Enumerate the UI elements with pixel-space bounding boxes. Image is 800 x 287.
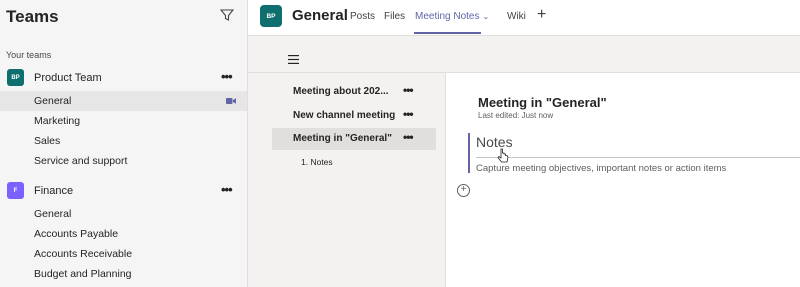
tab-wiki[interactable]: Wiki bbox=[507, 11, 526, 22]
channel-avatar: BP bbox=[260, 5, 282, 27]
team-name: Finance bbox=[34, 185, 74, 197]
divider bbox=[476, 157, 800, 158]
channel-label: Accounts Receivable bbox=[34, 248, 133, 260]
your-teams-label: Your teams bbox=[6, 50, 52, 60]
page-item-active[interactable]: Meeting in "General" ••• bbox=[272, 128, 436, 150]
hamburger-menu-icon[interactable] bbox=[288, 55, 299, 64]
page-item-title: New channel meeting bbox=[293, 110, 396, 121]
channel-label: General bbox=[34, 208, 72, 220]
channel-accounts-receivable[interactable]: Accounts Receivable bbox=[0, 244, 247, 264]
active-tab-indicator bbox=[414, 32, 481, 34]
page-title: Meeting in "General" bbox=[478, 95, 607, 110]
chevron-down-icon[interactable]: ⌄ bbox=[482, 12, 489, 21]
notes-page-list: Meeting about 202... ••• New channel mee… bbox=[248, 73, 446, 287]
channel-general[interactable]: General bbox=[0, 91, 247, 111]
tab-label: Meeting Notes bbox=[415, 11, 480, 22]
page-item-title: Meeting about 202... bbox=[293, 86, 389, 97]
channel-budget-and-planning[interactable]: Budget and Planning bbox=[0, 264, 247, 284]
mouse-cursor-icon bbox=[497, 148, 509, 163]
tab-posts[interactable]: Posts bbox=[350, 11, 375, 22]
tab-meeting-notes[interactable]: Meeting Notes ⌄ bbox=[415, 11, 489, 22]
more-options-icon[interactable]: ••• bbox=[403, 83, 414, 97]
meeting-notes-app: Meeting about 202... ••• New channel mee… bbox=[248, 36, 800, 287]
notes-placeholder[interactable]: Capture meeting objectives, important no… bbox=[476, 163, 726, 174]
more-options-icon[interactable]: ••• bbox=[403, 130, 414, 144]
add-tab-icon[interactable]: + bbox=[537, 6, 546, 24]
channel-marketing[interactable]: Marketing bbox=[0, 111, 247, 131]
add-section-icon[interactable]: + bbox=[457, 184, 470, 197]
teams-title: Teams bbox=[6, 7, 59, 26]
last-edited-label: Last edited: Just now bbox=[478, 111, 554, 120]
team-avatar: F bbox=[7, 182, 24, 199]
channel-label: Sales bbox=[34, 135, 61, 147]
team-product-team[interactable]: BP Product Team ••• bbox=[0, 68, 247, 90]
channel-label: Marketing bbox=[34, 115, 81, 127]
channel-accounts-payable[interactable]: Accounts Payable bbox=[0, 224, 247, 244]
page-section-item[interactable]: 1. Notes bbox=[301, 157, 333, 167]
channel-title: General bbox=[292, 7, 348, 24]
teams-pane: Teams Your teams BP Product Team ••• Gen… bbox=[0, 0, 248, 287]
teams-header: Teams bbox=[0, 0, 247, 34]
team-finance[interactable]: F Finance ••• bbox=[0, 181, 247, 203]
filter-icon[interactable] bbox=[220, 8, 234, 22]
channel-label: Service and support bbox=[34, 155, 128, 167]
more-options-icon[interactable]: ••• bbox=[221, 182, 233, 197]
channel-label: Accounts Payable bbox=[34, 228, 119, 240]
notes-toolbar bbox=[248, 36, 800, 73]
channel-header: BP General Posts Files Meeting Notes ⌄ Wi… bbox=[248, 0, 800, 36]
page-item[interactable]: Meeting about 202... ••• bbox=[272, 81, 436, 103]
team-name: Product Team bbox=[34, 72, 102, 84]
channel-label: Budget and Planning bbox=[34, 268, 132, 280]
channel-sales[interactable]: Sales bbox=[0, 131, 247, 151]
note-content: Meeting in "General" Last edited: Just n… bbox=[446, 73, 800, 287]
page-item-title: Meeting in "General" bbox=[293, 133, 392, 144]
more-options-icon[interactable]: ••• bbox=[403, 107, 414, 121]
page-item[interactable]: New channel meeting ••• bbox=[272, 105, 436, 127]
video-camera-icon bbox=[226, 98, 236, 104]
channel-label: General bbox=[34, 95, 72, 107]
section-focus-bar bbox=[468, 133, 470, 173]
team-avatar: BP bbox=[7, 69, 24, 86]
tab-files[interactable]: Files bbox=[384, 11, 405, 22]
channel-general[interactable]: General bbox=[0, 204, 247, 224]
channel-service-and-support[interactable]: Service and support bbox=[0, 151, 247, 171]
more-options-icon[interactable]: ••• bbox=[221, 69, 233, 84]
